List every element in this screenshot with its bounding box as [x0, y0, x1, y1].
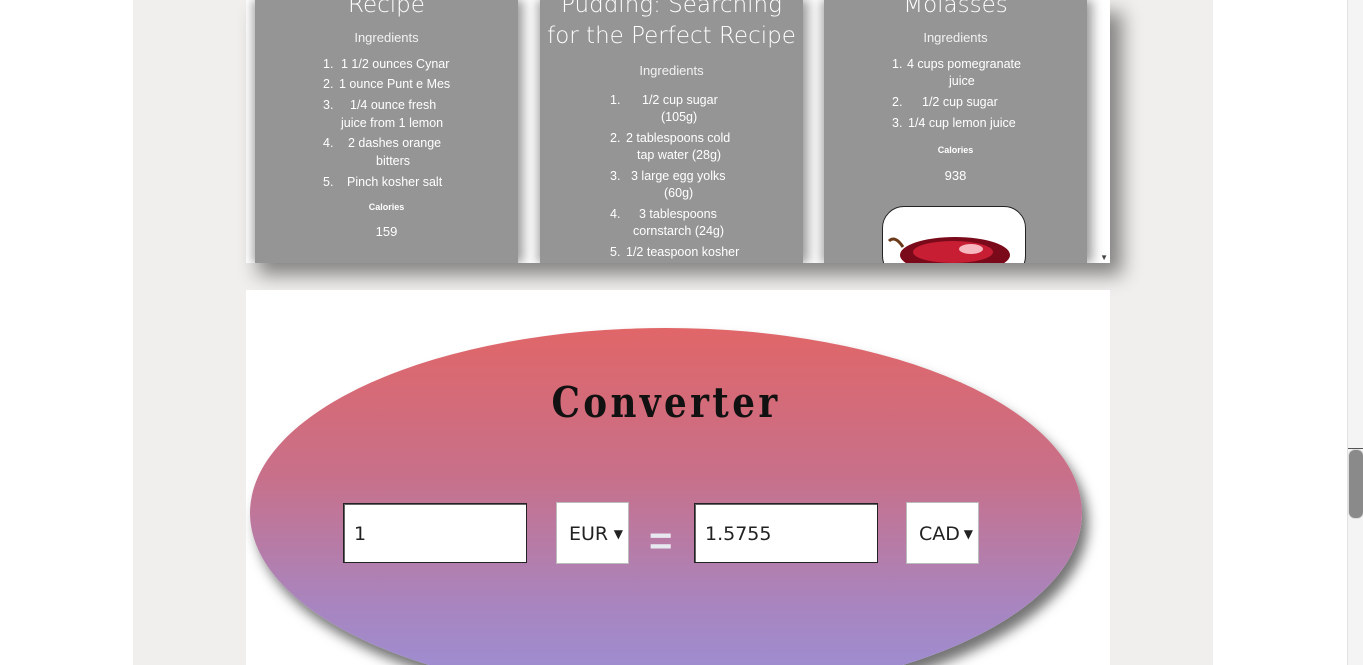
chevron-down-icon: ▼: [613, 527, 623, 541]
ingredients-list: 1. 1/2 cup sugar (105g) 2. 2 tablespoons…: [540, 92, 803, 263]
ingredient-item: 3. 1/4 ounce fresh juice from 1 lemon: [323, 98, 444, 130]
calories-heading: Calories: [368, 202, 405, 212]
ingredient-item: 5. 1/2 teaspoon kosher: [610, 245, 740, 259]
scrollbar-thumb[interactable]: [1349, 450, 1363, 518]
ingredients-list: 1. 4 cups pomegranate juice 2. 1/2 cup s…: [824, 56, 1087, 135]
panel-scroll-down-icon[interactable]: ▼: [1100, 253, 1108, 262]
ingredients-list: 1. 1 1/2 ounces Cynar 2. 1 ounce Punt e …: [255, 56, 518, 196]
recipe-card: Molasses Ingredients 1. 4 cups pomegrana…: [824, 0, 1087, 263]
ingredients-heading: Ingredients: [639, 63, 704, 78]
ingredient-item: 5. Pinch kosher salt: [323, 175, 443, 189]
recipe-photo: [882, 206, 1026, 263]
to-currency-select[interactable]: CAD ▼: [906, 502, 979, 564]
equals-sign: =: [649, 519, 673, 563]
calories-value: 938: [944, 168, 967, 183]
result-input[interactable]: 1.5755: [694, 503, 878, 563]
to-currency-value: CAD: [919, 523, 960, 545]
amount-input[interactable]: 1: [343, 503, 527, 563]
ingredient-item: 4. 3 tablespoons cornstarch (24g): [610, 207, 725, 238]
ingredient-item: 1. 1 1/2 ounces Cynar: [323, 57, 450, 71]
recipe-title-line: Pudding: Searching: [561, 0, 782, 18]
ingredient-item: 2. 2 tablespoons cold tap water (28g): [610, 131, 731, 162]
converter-title: Converter: [551, 378, 781, 427]
ingredient-item: 2. 1/2 cup sugar: [892, 95, 998, 109]
recipe-title-line: for the Perfect Recipe: [547, 23, 796, 49]
ingredient-item: 1. 4 cups pomegranate juice: [892, 57, 1021, 88]
calories-value: 159: [375, 224, 398, 239]
ingredient-item: 3. 3 large egg yolks (60g): [610, 169, 726, 200]
recipe-card: Pudding: Searching for the Perfect Recip…: [540, 0, 803, 263]
ingredients-heading: Ingredients: [354, 30, 419, 45]
recipe-title: Recipe: [348, 0, 425, 18]
ingredient-item: 2. 1 ounce Punt e Mes: [323, 77, 451, 91]
from-currency-value: EUR: [569, 523, 609, 545]
pomegranate-image: [887, 237, 1010, 263]
calories-heading: Calories: [937, 145, 974, 155]
ingredient-item: 3. 1/4 cup lemon juice: [892, 116, 1016, 130]
ingredients-heading: Ingredients: [923, 30, 988, 45]
window-scrollbar[interactable]: [1347, 0, 1363, 665]
chevron-down-icon: ▼: [963, 527, 973, 541]
recipe-title: Molasses: [903, 0, 1008, 18]
ingredient-item: 1. 1/2 cup sugar (105g): [610, 93, 718, 124]
from-currency-select[interactable]: EUR ▼: [556, 502, 629, 564]
converter-panel: Converter 1 EUR ▼ = 1.5755 CAD ▼: [246, 290, 1110, 665]
recipe-card: Recipe Ingredients 1. 1 1/2 ounces Cynar…: [255, 0, 518, 263]
scrollbar-track-mark: [1348, 448, 1363, 449]
recipe-cards-panel[interactable]: Recipe Ingredients 1. 1 1/2 ounces Cynar…: [246, 0, 1110, 263]
ingredient-item: 4. 2 dashes orange bitters: [323, 136, 442, 168]
